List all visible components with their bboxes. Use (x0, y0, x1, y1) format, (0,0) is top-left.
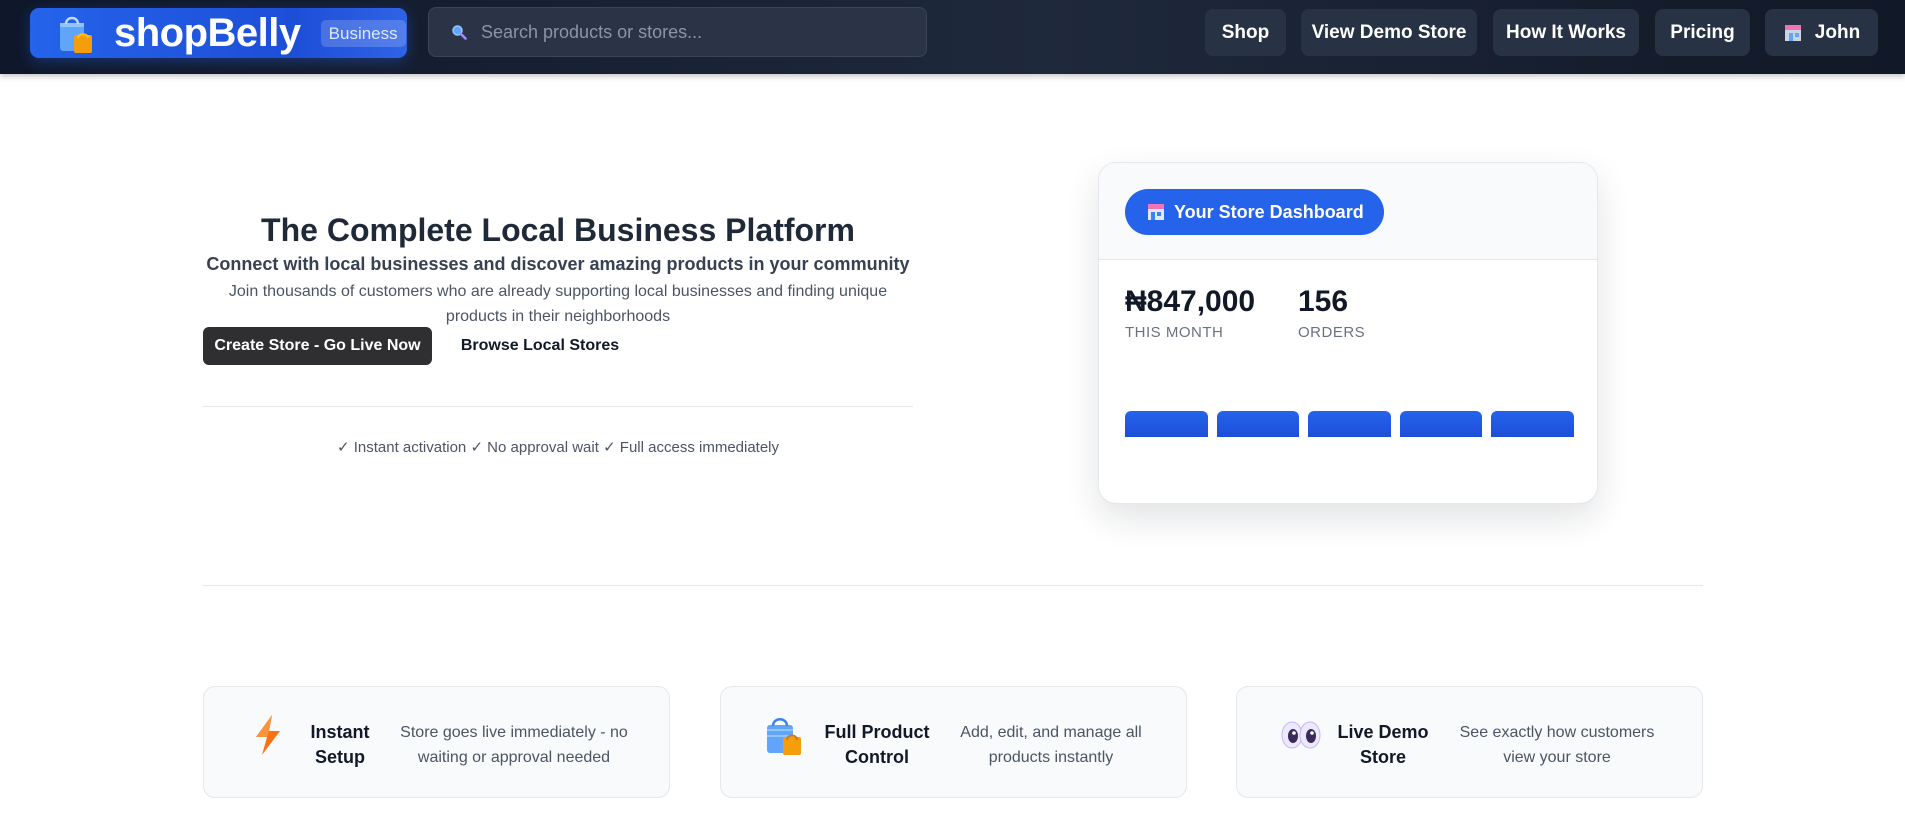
dashboard-bar (1125, 411, 1208, 437)
dashboard-bar-chart (1125, 363, 1574, 437)
user-name: John (1814, 21, 1861, 43)
feature-card-full-product-control: Full Product Control Add, edit, and mana… (720, 686, 1187, 798)
hero-subtitle: Connect with local businesses and discov… (206, 254, 910, 274)
dashboard-bar (1491, 411, 1574, 437)
brand-name: shopBelly (114, 11, 301, 55)
dashboard-label-pill: Your Store Dashboard (1125, 189, 1384, 235)
browse-local-stores-button[interactable]: Browse Local Stores (452, 327, 628, 365)
store-icon (1147, 204, 1165, 220)
feature-card-live-demo-store: Live Demo Store See exactly how customer… (1236, 686, 1703, 798)
store-dashboard-card: Your Store Dashboard ₦847,000 THIS MONTH… (1098, 162, 1598, 504)
business-badge: Business (320, 19, 406, 47)
hero-perks: ✓ Instant activation ✓ No approval wait … (336, 439, 780, 456)
revenue-label: THIS MONTH (1125, 324, 1224, 341)
orders-label: ORDERS (1298, 324, 1366, 341)
feature-title: Full Product Control (824, 722, 930, 767)
shopping-bag-icon (54, 11, 98, 55)
hero-title: The Complete Local Business Platform (261, 212, 855, 248)
dashboard-bar (1216, 411, 1300, 437)
revenue-value: ₦847,000 (1125, 285, 1256, 318)
store-icon (1783, 24, 1803, 41)
dashboard-label: Your Store Dashboard (1174, 201, 1364, 222)
search-icon (451, 24, 467, 40)
nav-shop-button[interactable]: Shop (1205, 9, 1286, 56)
feature-description: Store goes live immediately - no waiting… (400, 724, 628, 766)
brand-logo-link[interactable]: shopBelly Business (30, 8, 407, 58)
feature-description: See exactly how customers view your stor… (1459, 724, 1655, 766)
lightning-icon (246, 713, 290, 757)
feature-title: Instant Setup (310, 722, 370, 767)
top-navbar: shopBelly Business Shop View Demo Store … (0, 0, 1905, 74)
nav-view-demo-store-button[interactable]: View Demo Store (1301, 9, 1477, 56)
nav-how-it-works-button[interactable]: How It Works (1493, 9, 1639, 56)
hero-description: Join thousands of customers who are alre… (228, 283, 888, 325)
shopping-bag-icon (763, 713, 807, 757)
section-divider (203, 585, 1703, 586)
create-store-button[interactable]: Create Store - Go Live Now (203, 327, 432, 365)
search-input[interactable] (481, 21, 921, 43)
orders-value: 156 (1298, 285, 1349, 318)
search-bar[interactable] (428, 7, 927, 57)
dashboard-header: Your Store Dashboard (1099, 163, 1597, 260)
hero-divider (203, 406, 913, 407)
nav-pricing-button[interactable]: Pricing (1655, 9, 1750, 56)
user-menu-button[interactable]: John (1765, 9, 1878, 56)
feature-description: Add, edit, and manage all products insta… (960, 724, 1142, 766)
feature-title: Live Demo Store (1337, 722, 1429, 767)
dashboard-bar (1399, 411, 1483, 437)
eyes-icon (1279, 713, 1323, 757)
dashboard-bar (1308, 411, 1391, 437)
feature-card-instant-setup: Instant Setup Store goes live immediatel… (203, 686, 670, 798)
